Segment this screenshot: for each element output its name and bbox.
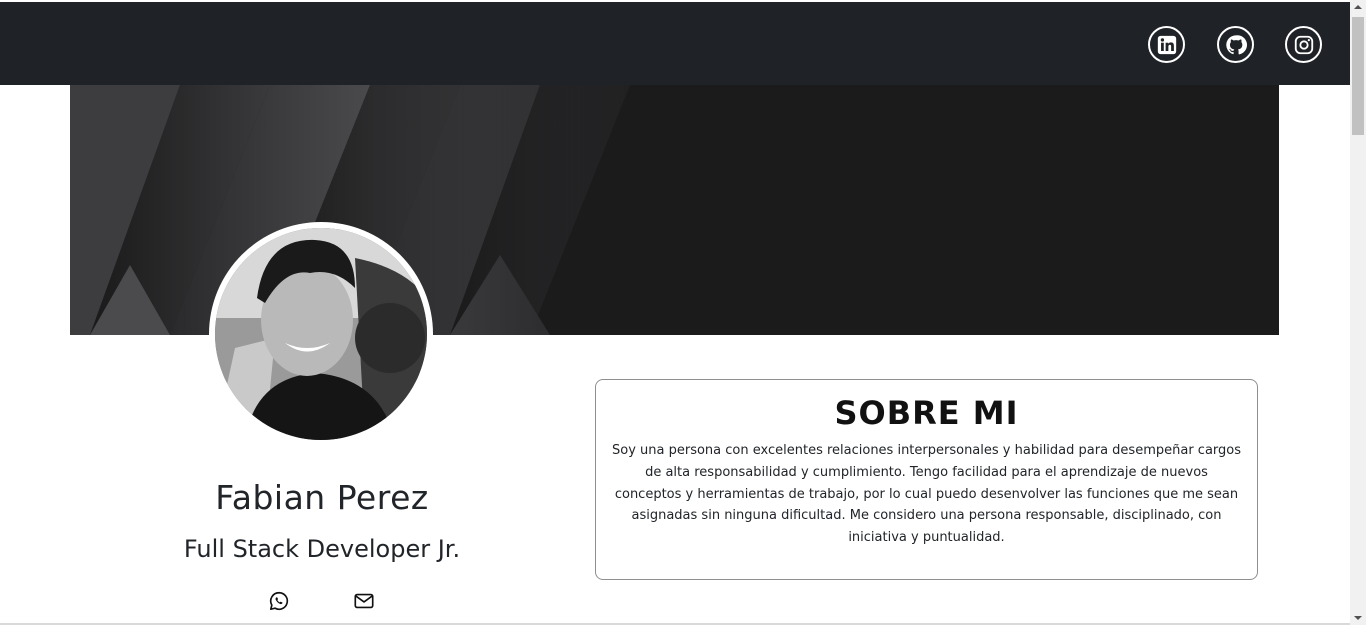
about-title: SOBRE MI [834,394,1019,432]
whatsapp-link[interactable] [267,589,291,613]
scroll-down-arrow[interactable] [1354,616,1362,620]
instagram-link[interactable] [1285,26,1322,63]
profile-role: Full Stack Developer Jr. [183,535,461,563]
github-link[interactable] [1217,26,1254,63]
whatsapp-icon [269,591,289,611]
mail-link[interactable] [352,589,376,613]
profile-photo [215,228,427,440]
top-navbar [0,2,1350,85]
instagram-icon [1294,35,1313,54]
linkedin-link[interactable] [1148,26,1185,63]
profile-name: Fabian Perez [215,478,429,517]
profile-avatar [209,222,433,446]
scroll-thumb[interactable] [1352,17,1364,135]
github-icon [1225,34,1247,54]
scroll-up-arrow[interactable] [1354,5,1362,9]
about-text: Soy una persona con excelentes relacione… [612,443,1242,546]
mail-icon [354,593,374,609]
page-scrollbar[interactable] [1350,0,1366,625]
linkedin-icon [1157,35,1176,54]
about-card: SOBRE MI Soy una persona con excelentes … [595,379,1258,580]
